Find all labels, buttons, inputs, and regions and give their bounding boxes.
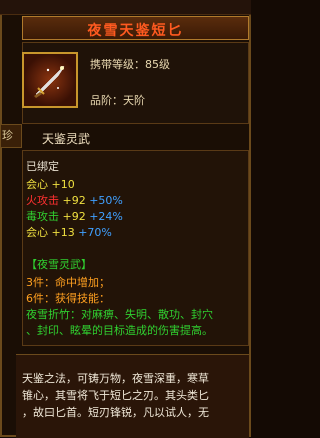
section-header: 天鉴灵武 — [22, 128, 249, 148]
carry-level: 携带等级：85级 — [90, 58, 170, 71]
set-name: 【夜雪灵武】 — [26, 258, 92, 271]
stat-label: 毒攻击 — [26, 210, 59, 223]
description-line-3: ，故曰匕首。短刃锋锐，凡以试人，无 — [22, 406, 209, 419]
stat-percent: +70% — [78, 226, 112, 239]
stat-label: 会心 — [26, 226, 48, 239]
stat-label: 会心 — [26, 178, 48, 191]
item-icon[interactable] — [22, 52, 78, 108]
description-line-1: 天鉴之法，可铸万物，夜雪深重，寒草 — [22, 372, 209, 385]
stat-value: +10 — [51, 178, 75, 191]
description-line-2: 锥心，其雪将飞于短匕之刃。其头类匕 — [22, 389, 209, 402]
bound-status: 已绑定 — [26, 160, 59, 173]
skill-desc-line-2: 、封印、眩晕的目标造成的伤害提高。 — [26, 324, 213, 337]
stat-value: +13 — [51, 226, 75, 239]
stat-row: 毒攻击 +92 +24% — [26, 208, 123, 224]
stat-label: 火攻击 — [26, 194, 59, 207]
side-tab-label: 珍 — [2, 129, 13, 142]
stat-percent: +50% — [89, 194, 123, 207]
section-title: 天鉴灵武 — [42, 132, 91, 146]
item-name: 夜雪天鉴短匕 — [87, 23, 184, 39]
stat-value: +92 — [62, 194, 86, 207]
top-decor — [0, 0, 251, 15]
stat-value: +92 — [62, 210, 86, 223]
set-bonus-6: 6件：获得技能： — [26, 292, 110, 305]
stat-row: 会心 +10 — [26, 176, 75, 192]
stat-row: 会心 +13 +70% — [26, 224, 112, 240]
dagger-icon — [34, 65, 65, 98]
title-bar: 夜雪天鉴短匕 — [22, 16, 249, 40]
set-bonus-3: 3件：命中增加； — [26, 276, 110, 289]
skill-desc-line-1: 夜雪折竹：对麻痹、失明、散功、封穴 — [26, 308, 213, 321]
item-grade: 品阶：天阶 — [90, 94, 145, 107]
stat-percent: +24% — [89, 210, 123, 223]
stat-row: 火攻击 +92 +50% — [26, 192, 123, 208]
